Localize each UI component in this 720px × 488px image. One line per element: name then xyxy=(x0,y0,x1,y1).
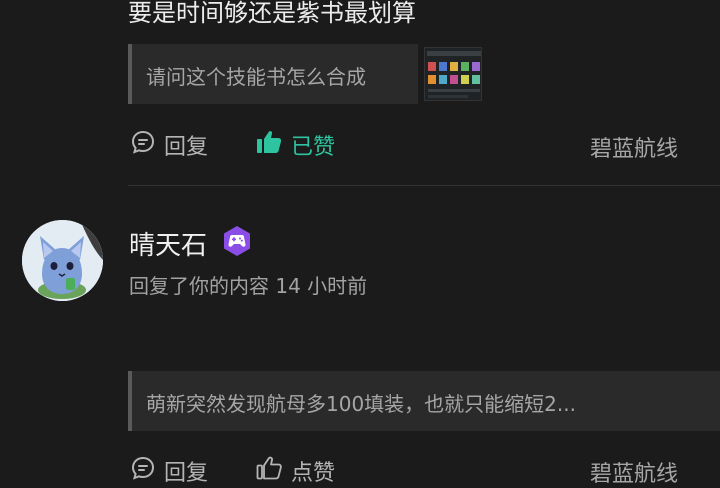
reply-label: 回复 xyxy=(164,135,209,160)
like-button-liked[interactable]: 已赞 xyxy=(255,129,335,161)
username[interactable]: 晴天石 xyxy=(129,225,207,262)
divider xyxy=(128,185,720,186)
thumbs-up-icon xyxy=(255,455,283,487)
chat-bubble-icon xyxy=(130,129,156,161)
reply-button[interactable]: 回复 xyxy=(130,455,208,487)
source-tag[interactable]: 碧蓝航线 xyxy=(590,456,678,488)
quoted-text: 请问这个技能书怎么合成 xyxy=(146,65,366,89)
quoted-thumbnail[interactable] xyxy=(424,47,482,101)
quoted-content[interactable]: 请问这个技能书怎么合成 xyxy=(128,44,418,104)
reply-button[interactable]: 回复 xyxy=(130,129,208,161)
reply-meta: 回复了你的内容 14 小时前 xyxy=(129,274,368,298)
chat-bubble-icon xyxy=(130,455,156,487)
thumbs-up-icon xyxy=(255,129,283,161)
avatar[interactable] xyxy=(22,220,103,301)
reply-label: 回复 xyxy=(164,461,209,486)
liked-label: 已赞 xyxy=(291,135,336,160)
gamepad-badge-icon xyxy=(221,225,253,257)
source-tag[interactable]: 碧蓝航线 xyxy=(590,131,678,163)
like-button[interactable]: 点赞 xyxy=(255,455,335,487)
quoted-content[interactable]: 萌新突然发现航母多100填装，也就只能缩短2... xyxy=(128,371,720,431)
like-label: 点赞 xyxy=(291,461,336,486)
quoted-text: 萌新突然发现航母多100填装，也就只能缩短2... xyxy=(146,392,576,416)
comment-text: 要是时间够还是紫书最划算 xyxy=(128,0,416,27)
